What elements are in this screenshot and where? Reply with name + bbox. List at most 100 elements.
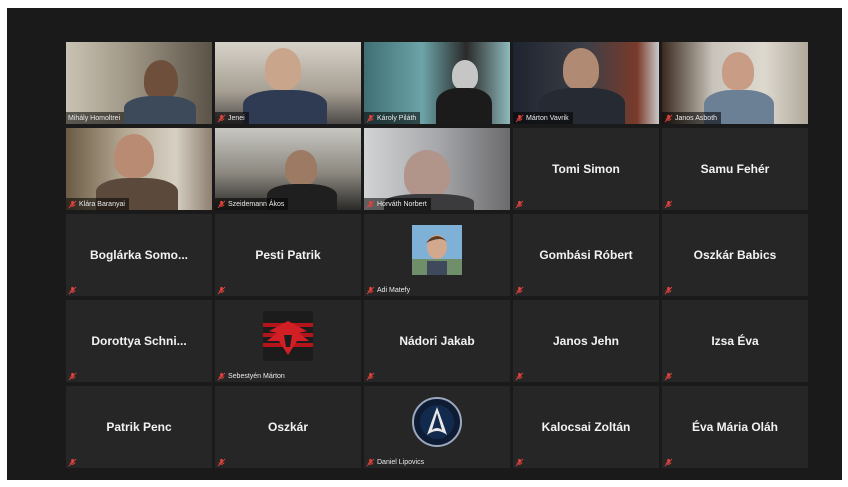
participant-name: Izsa Éva xyxy=(711,334,759,348)
participant-name: Jenei xyxy=(228,114,245,122)
participant-caption xyxy=(66,284,81,296)
participant-caption: Mihály Homoltrei xyxy=(66,112,125,124)
participant-caption xyxy=(513,198,528,210)
participant-tile[interactable]: Gombási Róbert xyxy=(513,214,659,296)
participant-tile[interactable]: Kalocsai Zoltán xyxy=(513,386,659,468)
participant-name: Szeidemann Ákos xyxy=(228,200,285,208)
participant-tile[interactable]: Tomi Simon xyxy=(513,128,659,210)
muted-mic-icon xyxy=(366,200,375,208)
muted-mic-icon xyxy=(217,458,226,466)
participant-name: Oszkár Babics xyxy=(693,248,777,262)
participant-caption: Szeidemann Ákos xyxy=(215,198,289,210)
muted-mic-icon xyxy=(217,286,226,294)
participant-tile[interactable]: Jenei xyxy=(215,42,361,124)
participant-tile[interactable]: Boglárka Somo... xyxy=(66,214,212,296)
participant-caption xyxy=(215,456,230,468)
participant-tile[interactable]: Szeidemann Ákos xyxy=(215,128,361,210)
participant-tile[interactable]: Márton Vavrik xyxy=(513,42,659,124)
muted-mic-icon xyxy=(68,200,77,208)
participant-name: Adi Matefy xyxy=(377,286,411,294)
participant-caption xyxy=(662,284,677,296)
participant-tile[interactable]: Dorottya Schni... xyxy=(66,300,212,382)
participant-name: Janos Jehn xyxy=(552,334,620,348)
participant-tile[interactable]: Pesti Patrik xyxy=(215,214,361,296)
muted-mic-icon xyxy=(366,114,375,122)
participant-name: Patrik Penc xyxy=(106,420,172,434)
participant-tile[interactable]: Nádori Jakab xyxy=(364,300,510,382)
profile-photo-icon xyxy=(412,225,462,276)
meeting-window: Mihály Homoltrei Jenei Károly Piláth Már… xyxy=(7,8,842,480)
participant-name: Boglárka Somo... xyxy=(89,248,189,262)
participant-name: Kalocsai Zoltán xyxy=(541,420,631,434)
muted-mic-icon xyxy=(366,458,375,466)
participant-tile[interactable]: Izsa Éva xyxy=(662,300,808,382)
starfleet-badge-icon xyxy=(412,397,462,448)
participant-caption xyxy=(66,456,81,468)
participant-tile[interactable]: Oszkár xyxy=(215,386,361,468)
participant-tile[interactable]: Daniel Lipovics xyxy=(364,386,510,468)
participant-caption: Sebestyén Márton xyxy=(215,370,289,382)
participant-caption: Horváth Norbert xyxy=(364,198,431,210)
participant-caption xyxy=(662,198,677,210)
participant-caption xyxy=(364,370,379,382)
muted-mic-icon xyxy=(515,200,524,208)
participant-caption xyxy=(513,284,528,296)
participant-tile[interactable]: Oszkár Babics xyxy=(662,214,808,296)
muted-mic-icon xyxy=(515,458,524,466)
participant-tile[interactable]: Janos Jehn xyxy=(513,300,659,382)
participant-caption xyxy=(662,370,677,382)
participant-tile[interactable]: Horváth Norbert xyxy=(364,128,510,210)
muted-mic-icon xyxy=(664,458,673,466)
muted-mic-icon xyxy=(68,458,77,466)
participant-caption xyxy=(513,370,528,382)
muted-mic-icon xyxy=(217,200,226,208)
participant-tile[interactable]: Károly Piláth xyxy=(364,42,510,124)
participant-tile[interactable]: Samu Fehér xyxy=(662,128,808,210)
muted-mic-icon xyxy=(68,286,77,294)
participant-tile[interactable]: Janos Asboth xyxy=(662,42,808,124)
participant-name: Mihály Homoltrei xyxy=(68,114,121,122)
participant-tile[interactable]: Adi Matefy xyxy=(364,214,510,296)
participant-caption: Daniel Lipovics xyxy=(364,456,428,468)
eagle-emblem-icon xyxy=(263,311,313,362)
participant-name: Samu Fehér xyxy=(700,162,770,176)
muted-mic-icon xyxy=(366,286,375,294)
gallery-view-grid: Mihály Homoltrei Jenei Károly Piláth Már… xyxy=(66,42,808,468)
participant-name: Janos Asboth xyxy=(675,114,718,122)
participant-caption xyxy=(215,284,230,296)
participant-tile[interactable]: Sebestyén Márton xyxy=(215,300,361,382)
participant-tile[interactable]: Mihály Homoltrei xyxy=(66,42,212,124)
participant-caption: Jenei xyxy=(215,112,249,124)
muted-mic-icon xyxy=(664,286,673,294)
participant-name: Oszkár xyxy=(267,420,309,434)
muted-mic-icon xyxy=(664,114,673,122)
muted-mic-icon xyxy=(366,372,375,380)
participant-caption: Márton Vavrik xyxy=(513,112,573,124)
muted-mic-icon xyxy=(664,372,673,380)
muted-mic-icon xyxy=(515,114,524,122)
participant-name: Márton Vavrik xyxy=(526,114,569,122)
participant-caption xyxy=(513,456,528,468)
participant-name: Horváth Norbert xyxy=(377,200,427,208)
participant-name: Klára Baranyai xyxy=(79,200,125,208)
participant-caption: Klára Baranyai xyxy=(66,198,129,210)
participant-name: Daniel Lipovics xyxy=(377,458,425,466)
muted-mic-icon xyxy=(217,372,226,380)
muted-mic-icon xyxy=(68,372,77,380)
participant-tile[interactable]: Éva Mária Oláh xyxy=(662,386,808,468)
participant-tile[interactable]: Patrik Penc xyxy=(66,386,212,468)
participant-name: Nádori Jakab xyxy=(399,334,475,348)
participant-caption xyxy=(662,456,677,468)
muted-mic-icon xyxy=(664,200,673,208)
muted-mic-icon xyxy=(515,372,524,380)
participant-name: Éva Mária Oláh xyxy=(691,420,779,434)
participant-name: Károly Piláth xyxy=(377,114,417,122)
participant-name: Pesti Patrik xyxy=(255,248,321,262)
participant-name: Tomi Simon xyxy=(552,162,620,176)
participant-tile[interactable]: Klára Baranyai xyxy=(66,128,212,210)
participant-name: Sebestyén Márton xyxy=(228,372,285,380)
participant-caption: Janos Asboth xyxy=(662,112,722,124)
participant-name: Gombási Róbert xyxy=(539,248,633,262)
participant-caption: Károly Piláth xyxy=(364,112,421,124)
muted-mic-icon xyxy=(217,114,226,122)
